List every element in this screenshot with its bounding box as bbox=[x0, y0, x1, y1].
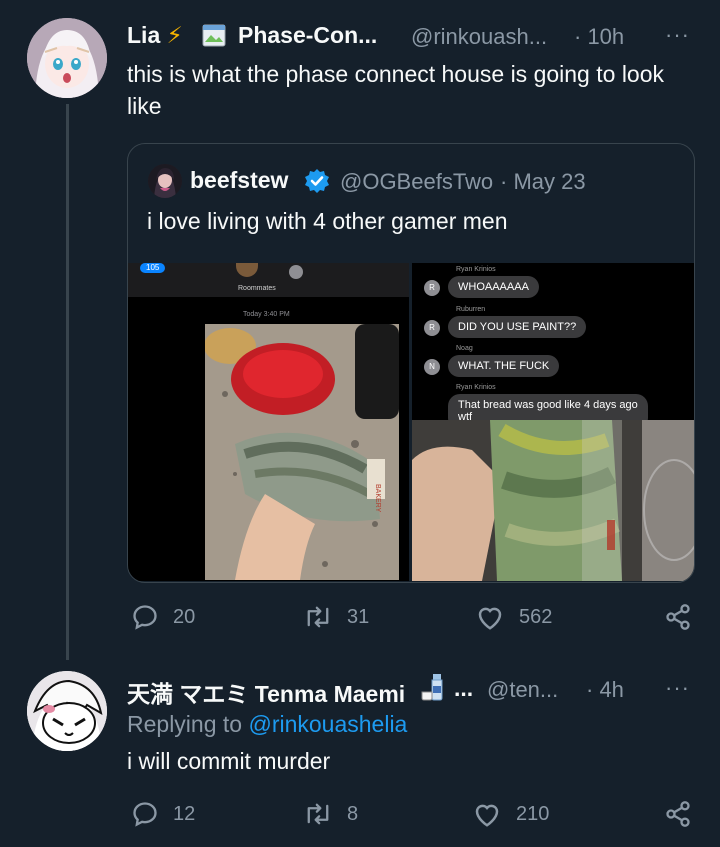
replying-to-handle-link[interactable]: @rinkouashelia bbox=[248, 711, 407, 737]
quoted-author-name[interactable]: beefstew bbox=[190, 167, 288, 194]
retweet-icon bbox=[307, 803, 329, 825]
author-display-name: Lia bbox=[127, 22, 161, 48]
share-button[interactable] bbox=[664, 800, 692, 828]
chat-sender: Ryan Krinios bbox=[456, 266, 496, 273]
reply-count: 20 bbox=[173, 605, 196, 628]
chat-message: DID YOU USE PAINT?? bbox=[448, 316, 587, 338]
reply-button[interactable]: 12 bbox=[131, 800, 195, 828]
chat-message: WHAT. THE FUCK bbox=[448, 355, 560, 377]
retweet-icon bbox=[307, 606, 329, 628]
like-count: 562 bbox=[519, 605, 553, 628]
replying-to-label: Replying to bbox=[127, 711, 243, 737]
chat-sender: Ryan Krinios bbox=[456, 384, 496, 391]
reply-count: 12 bbox=[173, 802, 196, 825]
quoted-tweet-text: i love living with 4 other gamer men bbox=[147, 208, 508, 234]
profile-picture-icon bbox=[148, 164, 182, 198]
reply-timestamp[interactable]: · 4h bbox=[586, 677, 624, 703]
sender-avatar: N bbox=[424, 359, 440, 375]
quoted-author-handle[interactable]: @OGBeefsTwo bbox=[340, 169, 493, 195]
chat-timestamp: Today 3:40 PM bbox=[243, 311, 290, 318]
retweet-count: 8 bbox=[347, 802, 359, 825]
share-button[interactable] bbox=[664, 603, 692, 631]
broken-image-icon bbox=[201, 22, 229, 50]
thread-connector-line bbox=[66, 104, 69, 660]
chat-title: Roommates bbox=[238, 285, 276, 292]
chat-sender: Ruburren bbox=[456, 306, 486, 313]
tweet-author-name[interactable]: Lia ⚡ bbox=[127, 22, 183, 49]
back-badge[interactable]: 105 bbox=[140, 263, 166, 273]
quoted-image-1[interactable]: 105 Roommates Today 3:40 PM BAKERY bbox=[128, 263, 409, 581]
chat-sender: Noag bbox=[456, 345, 473, 352]
like-button[interactable]: 210 bbox=[472, 800, 549, 828]
sender-avatar: R bbox=[424, 280, 440, 296]
retweet-button[interactable]: 31 bbox=[303, 603, 369, 631]
moldy-bread-photo: BAKERY bbox=[205, 324, 399, 580]
reply-author-handle[interactable]: @ten... bbox=[487, 677, 558, 703]
chat-message: WHOAAAAAA bbox=[448, 276, 539, 298]
like-button[interactable]: 562 bbox=[475, 603, 552, 631]
lightning-bolt-icon: ⚡ bbox=[166, 22, 183, 48]
sake-bottle-icon bbox=[420, 672, 450, 702]
sender-avatar: R bbox=[424, 320, 440, 336]
reply-author-name[interactable]: 天満 マエミ Tenma Maemi bbox=[127, 675, 405, 709]
reply-icon bbox=[133, 605, 157, 630]
quoted-user-avatar[interactable] bbox=[148, 164, 182, 198]
tweet-text: this is what the phase connect house is … bbox=[127, 61, 665, 119]
reply-icon bbox=[133, 802, 157, 827]
replying-to-line: Replying to @rinkouashelia bbox=[127, 708, 407, 740]
retweet-button[interactable]: 8 bbox=[303, 800, 358, 828]
verified-badge-icon bbox=[304, 168, 330, 194]
reply-text: i will commit murder bbox=[127, 748, 331, 774]
reply-button[interactable]: 20 bbox=[131, 603, 195, 631]
bag-label: BAKERY bbox=[374, 484, 381, 513]
author-name-suffix: Phase-Con... bbox=[238, 22, 378, 48]
like-count: 210 bbox=[516, 802, 550, 825]
reply-more-options-button[interactable]: ··· bbox=[665, 675, 690, 701]
reply-name-suffix: ... bbox=[454, 675, 474, 701]
share-icon bbox=[666, 604, 690, 630]
quoted-tweet-date[interactable]: · May 23 bbox=[500, 169, 586, 195]
tweet-timestamp[interactable]: · 10h bbox=[574, 24, 624, 50]
user-avatar-tenma[interactable] bbox=[27, 671, 107, 751]
more-options-button[interactable]: ··· bbox=[665, 22, 690, 48]
share-icon bbox=[666, 801, 690, 827]
user-avatar-lia[interactable] bbox=[27, 18, 107, 98]
moldy-bread-closeup bbox=[412, 420, 694, 581]
heart-icon bbox=[478, 607, 502, 630]
retweet-count: 31 bbox=[347, 605, 370, 628]
heart-icon bbox=[475, 804, 499, 827]
author-handle[interactable]: @rinkouash... bbox=[411, 24, 547, 50]
quoted-image-2[interactable]: Ryan Krinios R WHOAAAAAA Ruburren R DID … bbox=[412, 263, 694, 581]
anime-avatar-icon bbox=[27, 671, 107, 751]
anime-avatar-icon bbox=[27, 18, 107, 98]
quoted-tweet-card[interactable]: beefstew @OGBeefsTwo · May 23 i love liv… bbox=[127, 143, 695, 583]
